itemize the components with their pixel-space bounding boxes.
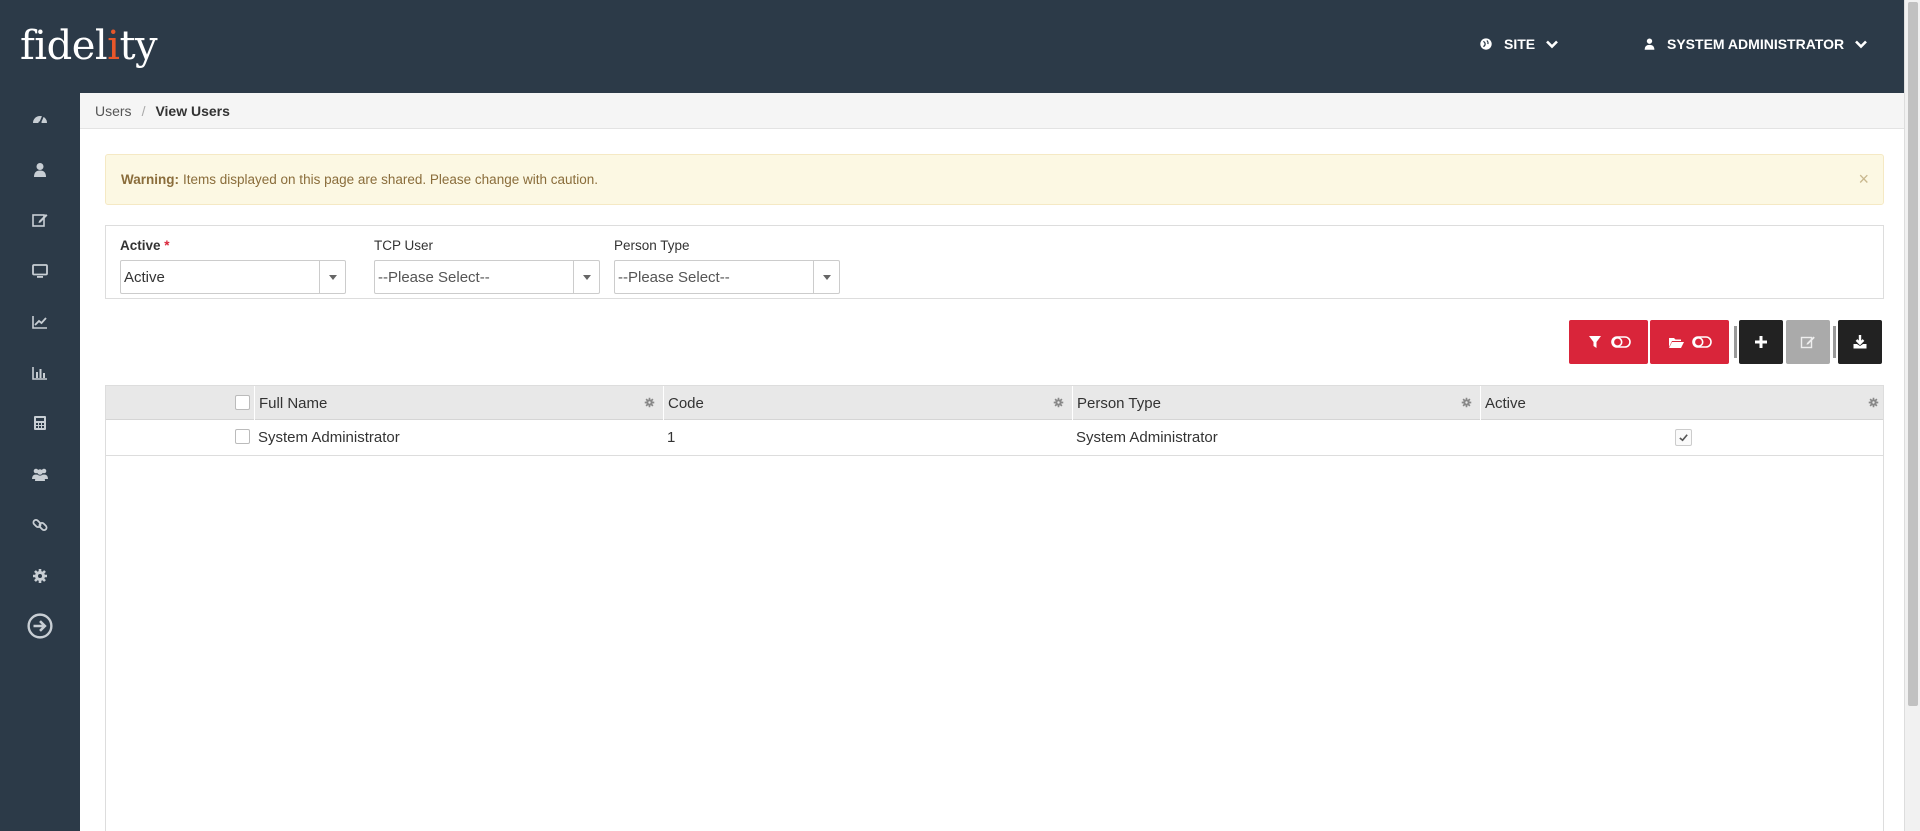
fidelity-logo[interactable]: fidelity [20, 22, 158, 70]
person-type-filter: Person Type --Please Select-- [614, 238, 840, 294]
tcp-user-select[interactable]: --Please Select-- [374, 260, 600, 294]
row-select-checkbox[interactable] [235, 429, 250, 444]
breadcrumb-current: View Users [155, 102, 230, 119]
sidebar [0, 93, 80, 831]
download-button[interactable] [1838, 320, 1882, 364]
filter-panel: Active * Active TCP User --Please Select… [105, 225, 1884, 299]
table-row[interactable]: System Administrator 1 System Administra… [106, 420, 1883, 456]
column-header-label: Full Name [259, 394, 328, 412]
site-label: SITE [1504, 36, 1536, 52]
column-settings-icon[interactable] [1461, 397, 1472, 408]
active-select[interactable]: Active [120, 260, 346, 294]
column-header-full-name[interactable]: Full Name [254, 386, 661, 420]
column-header-person-type[interactable]: Person Type [1072, 386, 1479, 420]
tcp-user-filter: TCP User --Please Select-- [374, 238, 600, 294]
bar-chart-icon [32, 367, 47, 380]
sidebar-item-edit[interactable] [0, 200, 80, 240]
dropdown-arrow-icon[interactable] [573, 261, 599, 293]
sidebar-item-settings[interactable] [0, 556, 80, 596]
close-icon[interactable]: × [1858, 169, 1869, 189]
tcp-user-select-value: --Please Select-- [378, 268, 490, 286]
cell-person-type: System Administrator [1076, 429, 1218, 446]
dropdown-arrow-icon[interactable] [319, 261, 345, 293]
column-header-code[interactable]: Code [663, 386, 1070, 420]
chevron-down-icon [1545, 37, 1559, 51]
breadcrumb-users-link[interactable]: Users [95, 103, 132, 119]
line-chart-icon [32, 316, 47, 329]
alert-title: Warning: [121, 172, 179, 187]
user-label: SYSTEM ADMINISTRATOR [1667, 36, 1845, 52]
user-icon [1641, 36, 1657, 52]
person-type-select[interactable]: --Please Select-- [614, 260, 840, 294]
users-table: Full Name Code Person Type Active System… [105, 385, 1884, 831]
folder-open-icon [1668, 338, 1684, 348]
sidebar-item-bar-chart[interactable] [0, 353, 80, 393]
checkmark-icon [1679, 434, 1688, 442]
sidebar-item-monitor[interactable] [0, 251, 80, 291]
sidebar-item-dashboard[interactable] [0, 99, 80, 139]
page-scrollbar[interactable] [1904, 0, 1920, 831]
chevron-down-icon [1854, 37, 1868, 51]
monitor-icon [32, 264, 48, 278]
edit-icon [32, 214, 48, 227]
column-header-label: Person Type [1077, 394, 1161, 412]
column-settings-icon[interactable] [644, 397, 655, 408]
link-icon [32, 519, 48, 531]
sidebar-item-calculator[interactable] [0, 403, 80, 443]
gear-icon [33, 569, 47, 583]
column-header-active[interactable]: Active [1480, 386, 1883, 420]
active-filter-label: Active * [120, 238, 170, 253]
breadcrumb: Users / View Users [80, 93, 1904, 129]
user-menu[interactable]: SYSTEM ADMINISTRATOR [1641, 36, 1868, 52]
toolbar-divider [1833, 326, 1836, 358]
active-filter: Active * Active [120, 238, 346, 294]
calculator-icon [34, 416, 46, 430]
select-all-checkbox[interactable] [235, 395, 250, 410]
alert-message: Items displayed on this page are shared.… [183, 172, 599, 187]
column-settings-icon[interactable] [1053, 397, 1064, 408]
dashboard-icon [33, 115, 47, 125]
toggle-filter-button[interactable] [1569, 320, 1648, 364]
filter-icon [1588, 336, 1601, 348]
toggle-folder-button[interactable] [1650, 320, 1729, 364]
cell-active [1675, 420, 1715, 455]
active-checkbox[interactable] [1675, 429, 1692, 446]
add-user-button[interactable] [1739, 320, 1783, 364]
dropdown-arrow-icon[interactable] [813, 261, 839, 293]
users-group-icon [32, 468, 48, 481]
person-type-filter-label: Person Type [614, 238, 690, 253]
edit-user-button[interactable] [1786, 320, 1830, 364]
active-select-value: Active [124, 268, 165, 286]
site-menu[interactable]: SITE [1478, 36, 1559, 52]
scrollbar-thumb[interactable] [1908, 2, 1918, 706]
globe-icon [1478, 36, 1494, 52]
column-header-label: Code [668, 394, 704, 412]
warning-alert: Warning: Items displayed on this page ar… [105, 154, 1884, 205]
column-header-label: Active [1485, 394, 1526, 412]
person-type-select-value: --Please Select-- [618, 268, 730, 286]
user-icon [34, 163, 46, 177]
cell-code: 1 [667, 429, 676, 446]
sidebar-item-logout[interactable] [0, 606, 80, 646]
table-header: Full Name Code Person Type Active [106, 386, 1883, 420]
edit-icon [1800, 336, 1815, 349]
sidebar-item-line-chart[interactable] [0, 302, 80, 342]
sidebar-item-links[interactable] [0, 505, 80, 545]
column-settings-icon[interactable] [1868, 397, 1879, 408]
breadcrumb-separator: / [141, 102, 146, 119]
toggle-icon [1610, 336, 1631, 348]
toolbar-divider [1734, 326, 1737, 358]
toggle-icon [1691, 336, 1712, 348]
tcp-user-filter-label: TCP User [374, 238, 434, 253]
download-icon [1853, 335, 1867, 349]
plus-icon [1755, 336, 1767, 348]
sidebar-item-groups[interactable] [0, 454, 80, 494]
logout-icon [27, 613, 53, 639]
cell-full-name: System Administrator [258, 429, 400, 446]
top-navbar: fidelity SITE SYSTEM ADMINISTRATOR [0, 0, 1904, 93]
sidebar-item-user[interactable] [0, 150, 80, 190]
